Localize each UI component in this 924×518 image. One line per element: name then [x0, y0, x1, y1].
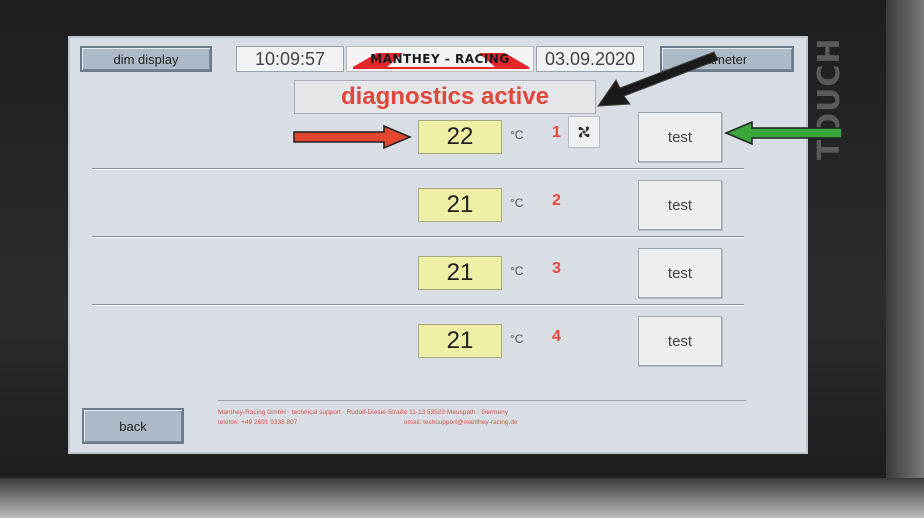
test-button-3[interactable]: test	[638, 248, 722, 298]
sensor-number: 2	[552, 192, 561, 209]
test-button-1[interactable]: test	[638, 112, 722, 162]
support-footer: Manthey-Racing GmbH · technical support …	[218, 408, 778, 428]
footer-divider	[218, 400, 746, 401]
unit-label: °C	[510, 128, 524, 142]
test-button-2[interactable]: test	[638, 180, 722, 230]
green-arrow-icon	[724, 120, 843, 146]
device-edge	[886, 0, 924, 518]
row-divider	[92, 236, 744, 238]
unit-label: °C	[510, 196, 524, 210]
sensor-number: 4	[552, 328, 561, 345]
test-button-4[interactable]: test	[638, 316, 722, 366]
row-divider	[92, 168, 744, 170]
temperature-value: 21	[418, 256, 502, 290]
unit-label: °C	[510, 264, 524, 278]
unit-label: °C	[510, 332, 524, 346]
temperature-value: 21	[418, 324, 502, 358]
sensor-number: 3	[552, 260, 561, 277]
sensor-number: 1	[552, 124, 561, 141]
sensor-row-2: 21 °C 2 test	[68, 176, 808, 236]
support-phone: telefon: +49 2691 9338 807	[218, 419, 298, 426]
sensor-row-4: 21 °C 4 test	[68, 312, 808, 372]
time-display: 10:09:57	[236, 46, 344, 72]
logo-text: MANTHEY - RACING	[370, 52, 510, 66]
black-arrow-icon	[597, 51, 719, 107]
dim-display-button[interactable]: dim display	[80, 46, 212, 72]
temperature-value: 21	[418, 188, 502, 222]
red-arrow-icon	[293, 124, 412, 150]
manthey-racing-logo: MANTHEY - RACING	[346, 46, 534, 72]
sensor-row-3: 21 °C 3 test	[68, 244, 808, 304]
temperature-value: 22	[418, 120, 502, 154]
support-address: Manthey-Racing GmbH · technical support …	[218, 409, 508, 416]
sensor-row-1: 22 °C 1 test	[68, 108, 808, 168]
support-email: email: techsupport@manthey-racing.de	[404, 419, 518, 426]
device-base	[0, 478, 924, 518]
back-button[interactable]: back	[82, 408, 184, 444]
fan-icon	[568, 116, 600, 148]
row-divider	[92, 304, 744, 306]
